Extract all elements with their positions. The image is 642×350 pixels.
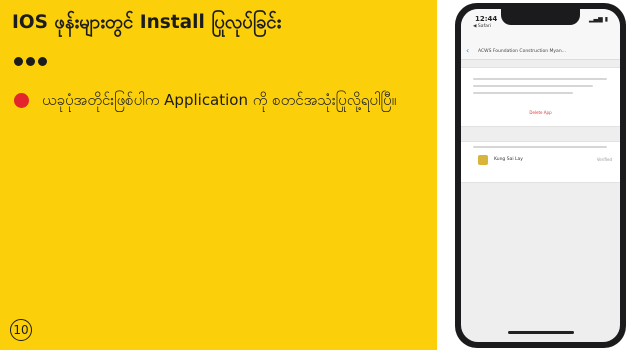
delete-app-button[interactable]: Delete App	[461, 110, 620, 115]
text-line	[473, 78, 607, 80]
app-status: Verified	[596, 157, 612, 162]
back-chevron-icon[interactable]: ‹	[466, 46, 469, 55]
apps-section: Kung Sai Lay Verified	[461, 141, 620, 183]
status-time: 12:44	[475, 15, 498, 23]
bullet-icon	[14, 93, 29, 108]
text-line	[473, 85, 593, 87]
home-indicator[interactable]	[508, 331, 574, 334]
text-line	[473, 146, 607, 148]
slide-body-text: ယခုပုံအတိုင်းဖြစ်ပါက Application ကို စတင…	[42, 91, 397, 109]
slide: IOS ဖုန်းများတွင် Install ပြုလုပ်ခြင်း ယ…	[0, 0, 642, 350]
slide-title: IOS ဖုန်းများတွင် Install ပြုလုပ်ခြင်း	[12, 12, 282, 33]
phone-mockup: 12:44 ◀ Safari ▂▄▆ ▮ ‹ ACWS Foundation C…	[455, 3, 626, 348]
dots-decoration	[14, 51, 50, 70]
app-name[interactable]: Kung Sai Lay	[494, 157, 523, 162]
dot-icon	[38, 57, 47, 66]
signal-battery-icon: ▂▄▆ ▮	[588, 16, 608, 23]
developer-info-section: Delete App	[461, 67, 620, 127]
status-back-app[interactable]: ◀ Safari	[473, 24, 491, 29]
text-line	[473, 92, 573, 94]
page-number: 10	[10, 319, 32, 341]
phone-screen: 12:44 ◀ Safari ▂▄▆ ▮ ‹ ACWS Foundation C…	[461, 9, 620, 342]
phone-notch	[501, 9, 580, 25]
dot-icon	[26, 57, 35, 66]
nav-title: ACWS Foundation Construction Myan...	[478, 49, 566, 54]
yellow-panel: IOS ဖုန်းများတွင် Install ပြုလုပ်ခြင်း ယ…	[0, 0, 437, 350]
app-icon	[478, 155, 488, 165]
dot-icon	[14, 57, 23, 66]
settings-nav-bar: ‹ ACWS Foundation Construction Myan...	[461, 45, 620, 60]
